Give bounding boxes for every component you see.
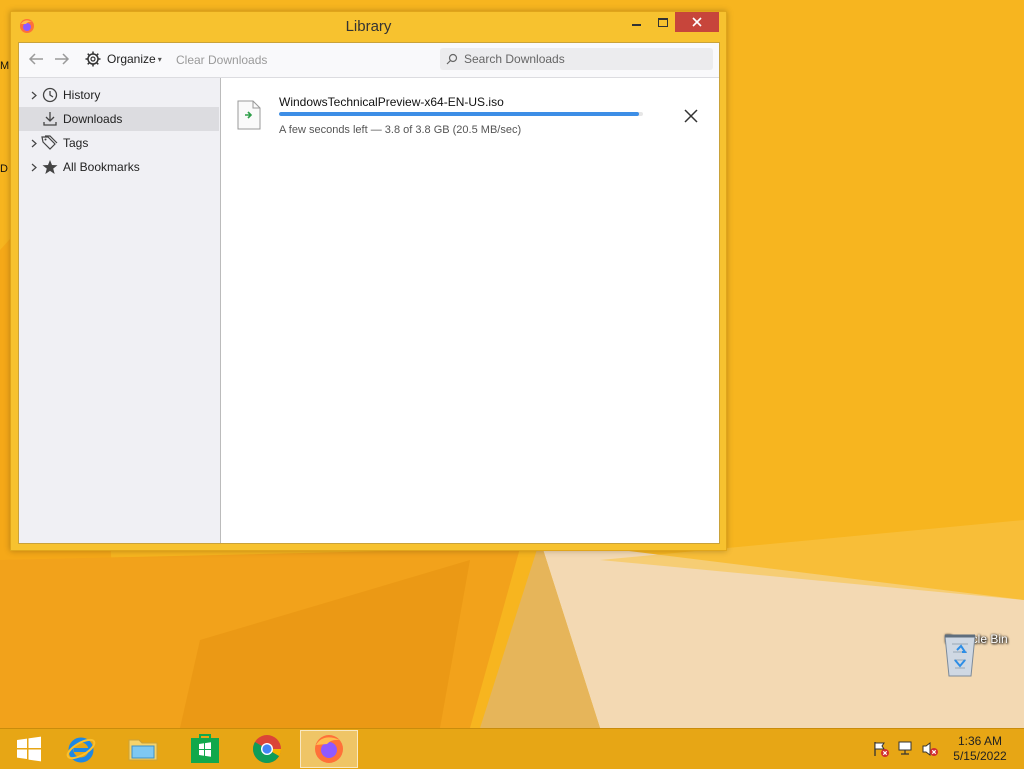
taskbar-chrome[interactable] xyxy=(238,730,296,768)
close-icon xyxy=(692,17,702,27)
system-clock[interactable]: 1:36 AM 5/15/2022 xyxy=(952,734,1008,764)
downloads-list: WindowsTechnicalPreview-x64-EN-US.iso A … xyxy=(220,78,719,543)
clear-downloads-button[interactable]: Clear Downloads xyxy=(176,53,267,67)
title-bar[interactable]: Library xyxy=(11,12,726,42)
search-input[interactable] xyxy=(462,51,706,67)
folder-icon xyxy=(128,739,158,761)
toolbar: Organize ▾ Clear Downloads xyxy=(19,43,719,78)
minimize-icon xyxy=(631,24,641,26)
taskbar: 1:36 AM 5/15/2022 xyxy=(0,728,1024,769)
download-item[interactable]: WindowsTechnicalPreview-x64-EN-US.iso A … xyxy=(221,78,719,138)
maximize-icon xyxy=(658,17,668,27)
windows-logo-icon xyxy=(17,736,41,762)
taskbar-file-explorer[interactable] xyxy=(114,730,172,768)
taskbar-internet-explorer[interactable] xyxy=(52,730,110,768)
sidebar-item-label: Tags xyxy=(63,136,89,150)
internet-explorer-icon xyxy=(66,737,96,763)
organize-label: Organize xyxy=(107,52,156,66)
recycle-bin-icon xyxy=(944,634,976,677)
library-window: Library Organize ▾ Clear Downloads Searc… xyxy=(10,11,727,551)
forward-arrow-icon xyxy=(55,53,70,65)
clock-date: 5/15/2022 xyxy=(953,749,1007,763)
organize-button[interactable]: Organize ▾ xyxy=(85,51,162,67)
sidebar-item-label: History xyxy=(63,88,101,102)
speaker-muted-icon[interactable] xyxy=(921,741,939,757)
chevron-right-icon[interactable] xyxy=(27,91,41,100)
chevron-right-icon[interactable] xyxy=(27,163,41,172)
download-filename: WindowsTechnicalPreview-x64-EN-US.iso xyxy=(279,95,504,109)
desktop-icon-label-partial[interactable]: M xyxy=(0,60,9,72)
download-status: A few seconds left — 3.8 of 3.8 GB (20.5… xyxy=(279,124,522,136)
search-icon xyxy=(446,53,458,65)
back-arrow-icon xyxy=(28,53,43,65)
sidebar-item-label: All Bookmarks xyxy=(63,160,140,174)
tags-icon xyxy=(41,135,59,151)
library-client: Organize ▾ Clear Downloads Histo xyxy=(18,42,720,544)
sidebar-item-history[interactable]: History xyxy=(19,83,219,107)
minimize-button[interactable] xyxy=(624,12,648,32)
clock-time: 1:36 AM xyxy=(957,734,1003,748)
back-button[interactable] xyxy=(27,51,45,67)
sidebar-item-downloads[interactable]: Downloads xyxy=(19,107,219,131)
cancel-download-button[interactable] xyxy=(681,106,701,126)
file-icon xyxy=(237,100,261,130)
forward-button[interactable] xyxy=(53,51,71,67)
taskbar-windows-store[interactable] xyxy=(176,730,234,768)
sidebar-item-all-bookmarks[interactable]: All Bookmarks xyxy=(19,155,219,179)
gear-icon xyxy=(85,51,101,67)
maximize-button[interactable] xyxy=(651,12,675,32)
sidebar-item-tags[interactable]: Tags xyxy=(19,131,219,155)
download-progress-bar xyxy=(279,112,643,116)
sidebar-item-label: Downloads xyxy=(63,112,123,126)
window-title: Library xyxy=(345,18,392,35)
recycle-bin[interactable]: Recycle Bin xyxy=(940,630,1012,677)
store-icon xyxy=(191,734,219,763)
chevron-right-icon[interactable] xyxy=(27,139,41,148)
search-box[interactable] xyxy=(440,48,713,70)
download-progress-fill xyxy=(279,112,640,116)
star-icon xyxy=(41,159,59,175)
close-icon xyxy=(684,109,698,123)
chrome-icon xyxy=(253,735,281,763)
clock-icon xyxy=(41,87,59,103)
start-button[interactable] xyxy=(0,730,58,768)
close-button[interactable] xyxy=(675,12,719,32)
action-center-flag-icon[interactable] xyxy=(872,741,890,757)
sidebar: History Downloads Tags All Bookmarks xyxy=(19,78,219,543)
chevron-down-icon: ▾ xyxy=(157,54,162,64)
firefox-icon xyxy=(315,735,343,763)
download-icon xyxy=(41,111,59,127)
network-icon[interactable] xyxy=(897,741,915,757)
desktop-icon-label-partial[interactable]: D xyxy=(0,163,8,175)
taskbar-firefox[interactable] xyxy=(300,730,358,768)
